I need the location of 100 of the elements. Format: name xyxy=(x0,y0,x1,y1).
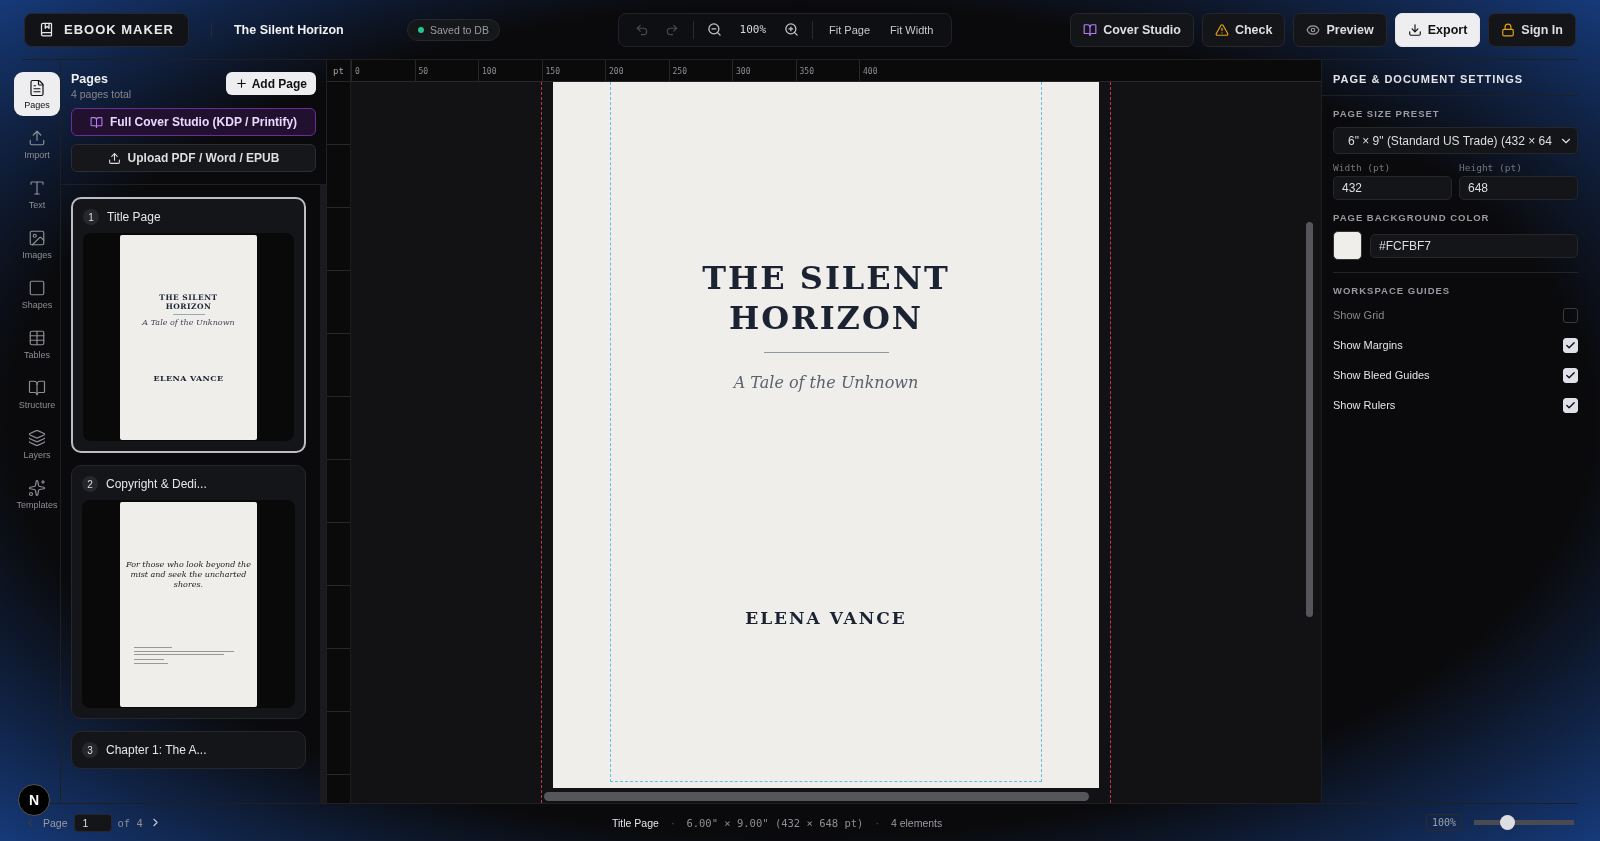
field-label: PAGE BACKGROUND COLOR xyxy=(1333,212,1491,223)
page-number: 1 xyxy=(83,209,99,225)
n-logo[interactable]: N xyxy=(18,784,50,816)
page-name: Title Page xyxy=(107,210,161,224)
book-title[interactable]: THE SILENT HORIZON xyxy=(666,258,986,338)
thumbnail-subtitle: A Tale of the Unknown xyxy=(142,318,235,328)
sparkles-icon xyxy=(28,478,46,497)
fit-button[interactable]: Fit Width xyxy=(882,23,942,36)
tool-rail-item[interactable]: Import xyxy=(14,122,60,166)
text-icon xyxy=(28,178,46,197)
book-icon xyxy=(28,378,46,397)
image-icon xyxy=(28,228,46,247)
save-status: Saved to DB xyxy=(429,23,489,36)
ruler-tick: 50 xyxy=(414,60,478,81)
tool-rail-item[interactable]: Structure xyxy=(14,372,60,416)
settings-title: PAGE & DOCUMENT SETTINGS xyxy=(1322,60,1578,96)
eye-icon xyxy=(1306,22,1321,37)
upload-icon xyxy=(28,128,46,147)
check-icon xyxy=(1565,339,1576,351)
ruler-tick: 100 xyxy=(478,60,542,81)
guide-label: Show Bleed Guides xyxy=(1333,369,1430,381)
page-size: 6.00" × 9.00" (432 × 648 pt) xyxy=(686,816,864,829)
book-subtitle[interactable]: A Tale of the Unknown xyxy=(733,373,919,392)
ruler-tick: 350 xyxy=(795,60,859,81)
preset-select[interactable]: 6" × 9" (Standard US Trade) (432 × 64 xyxy=(1333,127,1578,154)
panel-title: Pages xyxy=(71,72,109,86)
guide-label: Show Rulers xyxy=(1333,399,1396,411)
signin-button[interactable]: Sign In xyxy=(1488,12,1576,47)
page-name: Chapter 1: The A... xyxy=(106,743,207,757)
height-field[interactable]: 648 xyxy=(1459,176,1578,200)
tool-rail-item[interactable]: Pages xyxy=(14,72,60,116)
cover-studio-button[interactable]: Full Cover Studio (KDP / Printify) xyxy=(71,108,316,136)
app-name: EBOOK MAKER xyxy=(64,22,174,37)
page-card[interactable]: 3 Chapter 1: The A... xyxy=(71,731,306,769)
check-button[interactable]: Check xyxy=(1201,12,1286,47)
undo-icon xyxy=(634,22,649,37)
page-number: 3 xyxy=(82,742,98,758)
book-icon xyxy=(39,22,54,37)
app-logo[interactable]: EBOOK MAKER xyxy=(24,12,189,47)
fit-button[interactable]: Fit Page xyxy=(821,23,879,36)
square-icon xyxy=(28,278,46,297)
width-field[interactable]: 432 xyxy=(1333,176,1452,200)
thumbnail-dedication: For those who look beyond the mist and seek the uncharted shores. xyxy=(126,559,251,591)
page-number: 2 xyxy=(82,476,98,492)
field-label: Height (pt) xyxy=(1459,162,1523,173)
upload-button[interactable]: Upload PDF / Word / EPUB xyxy=(71,144,316,172)
ruler-tick: 150 xyxy=(541,60,605,81)
field-label: PAGE SIZE PRESET xyxy=(1333,108,1441,119)
tool-rail-item[interactable]: Images xyxy=(14,222,60,266)
separator: · xyxy=(875,816,879,829)
page-label: Page xyxy=(43,816,68,829)
check-icon xyxy=(1565,369,1576,381)
page-total: of 4 xyxy=(117,816,143,829)
download-icon xyxy=(1407,22,1422,37)
page-count: 4 pages total xyxy=(71,88,132,100)
book-icon xyxy=(89,115,103,129)
check-icon xyxy=(1565,399,1576,411)
book-author[interactable]: ELENA VANCE xyxy=(745,608,907,628)
current-page-name: Title Page xyxy=(612,816,659,829)
field-label: Width (pt) xyxy=(1333,162,1392,173)
tool-rail-item[interactable]: Text xyxy=(14,172,60,216)
page-number-field[interactable]: 1 xyxy=(73,813,112,832)
warning-icon xyxy=(1214,22,1229,37)
tool-rail-item[interactable]: Templates xyxy=(14,472,60,516)
preview-button[interactable]: Preview xyxy=(1293,12,1387,47)
export-button[interactable]: Export xyxy=(1394,12,1481,47)
layers-icon xyxy=(28,428,46,447)
zoom-level: 100% xyxy=(738,23,768,36)
zoom-in-icon xyxy=(783,22,799,37)
table-icon xyxy=(28,328,46,347)
cover-button[interactable]: Cover Studio xyxy=(1070,12,1194,47)
slider-thumb[interactable] xyxy=(1499,815,1515,830)
ruler-tick: 300 xyxy=(732,60,796,81)
zoom-out-icon xyxy=(707,22,723,37)
guide-label: Show Grid xyxy=(1333,309,1385,321)
document-title: The Silent Horizon xyxy=(210,22,391,37)
book-icon xyxy=(1083,22,1098,37)
tool-rail-item[interactable]: Tables xyxy=(14,322,60,366)
tool-rail-item[interactable]: Shapes xyxy=(14,272,60,316)
plus-icon xyxy=(234,77,248,90)
ruler-tick: 200 xyxy=(605,60,669,81)
ruler-tick: 0 xyxy=(351,60,415,81)
horizontal-scrollbar[interactable] xyxy=(544,792,1089,801)
page-thumbnail[interactable]: For those who look beyond the mist and seek the uncharted shores. xyxy=(120,501,257,707)
thumbnail-author: ELENA VANCE xyxy=(153,373,224,384)
checkbox[interactable] xyxy=(1563,307,1578,323)
redo-icon xyxy=(664,22,679,37)
separator: · xyxy=(670,816,675,829)
add-page-button[interactable]: Add Page xyxy=(225,72,316,95)
page-name: Copyright & Dedi... xyxy=(106,477,207,491)
tool-rail-item[interactable]: Layers xyxy=(14,422,60,466)
lock-icon xyxy=(1501,22,1516,37)
color-swatch[interactable] xyxy=(1333,231,1362,260)
guide-label: Show Margins xyxy=(1333,339,1403,351)
element-count: 4 elements xyxy=(890,816,943,829)
document-icon xyxy=(28,78,46,97)
page-card[interactable]: 2 Copyright & Dedi... For those who look beyond the mist and seek the uncharted shores. xyxy=(71,465,306,719)
section-label: WORKSPACE GUIDES xyxy=(1333,285,1452,296)
color-field[interactable]: #FCFBF7 xyxy=(1370,233,1578,258)
vertical-scrollbar[interactable] xyxy=(1306,222,1313,617)
